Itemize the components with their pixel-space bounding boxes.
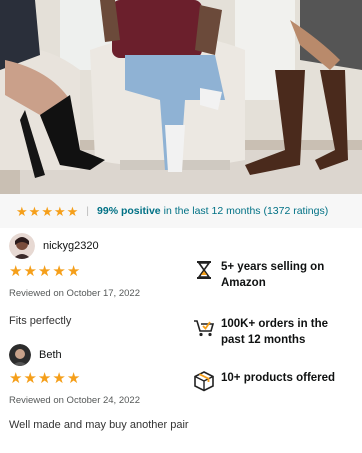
- star-icon: ★: [53, 203, 66, 219]
- star-icon: ★: [66, 203, 79, 219]
- review-card: Beth ★ ★ ★ ★ ★ Reviewed on October 24, 2…: [9, 344, 189, 431]
- reviewer-name: Beth: [39, 349, 62, 361]
- reviewer-name: nickyg2320: [43, 240, 99, 252]
- review-text: Fits perfectly: [9, 315, 72, 327]
- star-icon: ★: [66, 263, 81, 280]
- rating-summary[interactable]: in the last 12 months (1372 ratings): [164, 205, 329, 217]
- feature-years-selling: 5+ years selling on Amazon: [193, 259, 341, 291]
- star-icon: ★: [9, 370, 23, 387]
- star-icon: ★: [23, 263, 37, 280]
- feature-orders: 100K+ orders in the past 12 months: [193, 316, 341, 348]
- star-icon: ★: [16, 203, 28, 219]
- review-card: nickyg2320 ★ ★ ★ ★ ★ Reviewed on October…: [9, 233, 189, 327]
- feature-text: 100K+ orders in the past 12 months: [221, 318, 329, 346]
- product-photo: [0, 0, 362, 194]
- cart-check-icon: [193, 316, 215, 338]
- star-icon: ★: [41, 203, 53, 219]
- star-icon: ★: [66, 370, 81, 387]
- avatar: [9, 344, 31, 366]
- star-icon: ★: [52, 263, 66, 280]
- review-text: Well made and may buy another pair: [9, 419, 189, 431]
- review-date: Reviewed on October 24, 2022: [9, 395, 140, 406]
- star-icon: ★: [37, 370, 52, 387]
- star-icon: ★: [9, 263, 23, 280]
- seller-rating-bar: ★ ★ ★ ★ ★ | 99% positive in the last 12 …: [0, 194, 362, 228]
- review-date: Reviewed on October 17, 2022: [9, 288, 140, 299]
- star-icon: ★: [52, 370, 66, 387]
- feature-text: 5+ years selling on Amazon: [221, 261, 325, 289]
- feature-text: 10+ products offered: [221, 372, 336, 384]
- seller-star-rating: ★ ★ ★ ★ ★: [16, 205, 78, 218]
- avatar: [9, 233, 35, 259]
- hourglass-icon: [193, 259, 215, 281]
- reviewer: nickyg2320: [9, 233, 189, 259]
- divider: |: [86, 205, 90, 217]
- star-icon: ★: [37, 263, 52, 280]
- feature-products: 10+ products offered: [193, 370, 341, 392]
- review-star-rating: ★ ★ ★ ★ ★: [9, 371, 80, 386]
- box-icon: [193, 370, 215, 392]
- star-icon: ★: [28, 203, 41, 219]
- reviewer: Beth: [9, 344, 189, 366]
- positive-percent[interactable]: 99% positive: [97, 205, 161, 217]
- star-icon: ★: [23, 370, 37, 387]
- review-star-rating: ★ ★ ★ ★ ★: [9, 264, 80, 279]
